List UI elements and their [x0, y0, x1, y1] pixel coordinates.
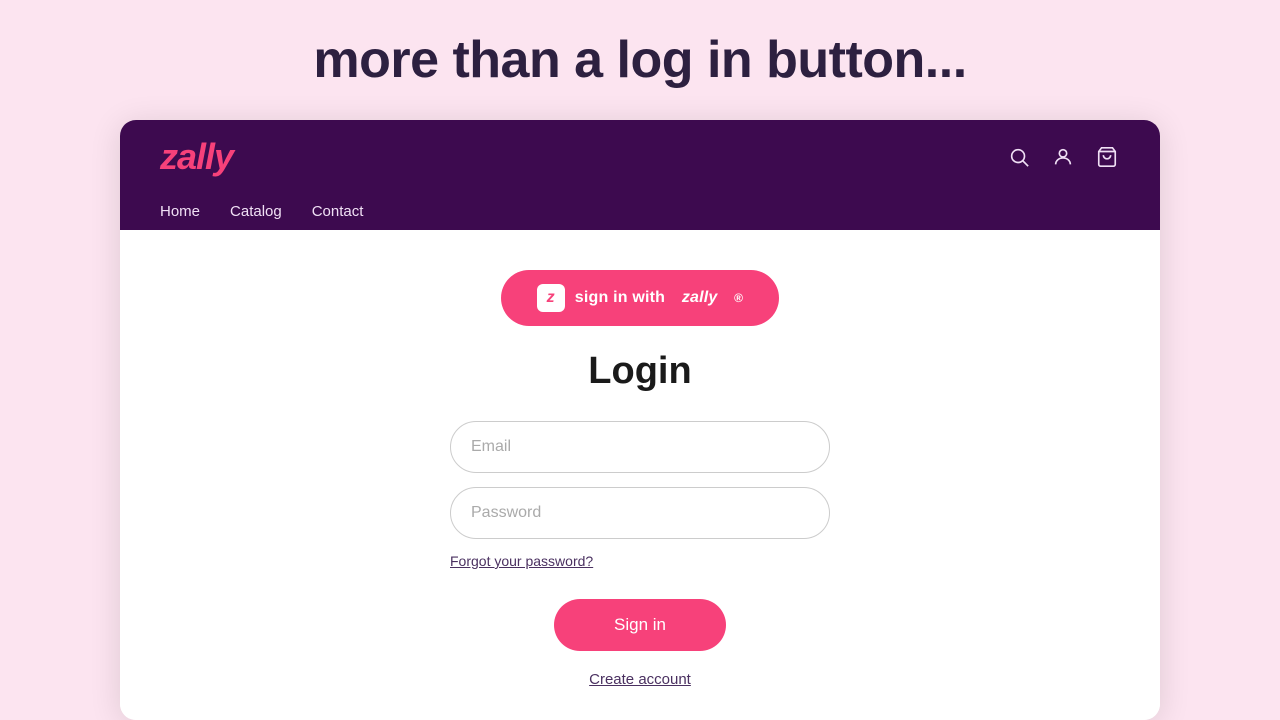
page-wrapper: more than a log in button... zally [0, 0, 1280, 720]
navbar-top: zally [160, 136, 1120, 178]
sign-in-brand: zally [682, 289, 718, 307]
zally-z-icon: z [537, 284, 565, 312]
forgot-password-link[interactable]: Forgot your password? [450, 553, 593, 569]
nav-contact[interactable]: Contact [312, 203, 364, 220]
account-icon[interactable] [1050, 144, 1076, 170]
store-window: zally Home Catalog Contact [120, 120, 1160, 720]
search-icon[interactable] [1006, 144, 1032, 170]
sign-in-label: sign in with [575, 289, 665, 307]
nav-home[interactable]: Home [160, 203, 200, 220]
page-tagline: more than a log in button... [313, 30, 966, 90]
navbar: zally Home Catalog Contact [120, 120, 1160, 230]
navbar-bottom: Home Catalog Contact [160, 203, 1120, 230]
sign-in-button[interactable]: Sign in [554, 599, 726, 651]
nav-catalog[interactable]: Catalog [230, 203, 282, 220]
sign-in-reg: ® [734, 291, 743, 305]
create-account-link[interactable]: Create account [589, 671, 691, 688]
cart-icon[interactable] [1094, 144, 1120, 170]
email-field[interactable] [450, 421, 830, 473]
logo: zally [160, 136, 233, 178]
navbar-icons [1006, 144, 1120, 170]
password-field[interactable] [450, 487, 830, 539]
form-container: Forgot your password? Sign in Create acc… [140, 421, 1140, 688]
login-title: Login [588, 350, 691, 393]
main-content: z sign in with zally ® Login Forgot your… [120, 230, 1160, 720]
sign-in-zally-button[interactable]: z sign in with zally ® [501, 270, 779, 326]
sign-in-text: sign in with zally ® [575, 289, 743, 307]
